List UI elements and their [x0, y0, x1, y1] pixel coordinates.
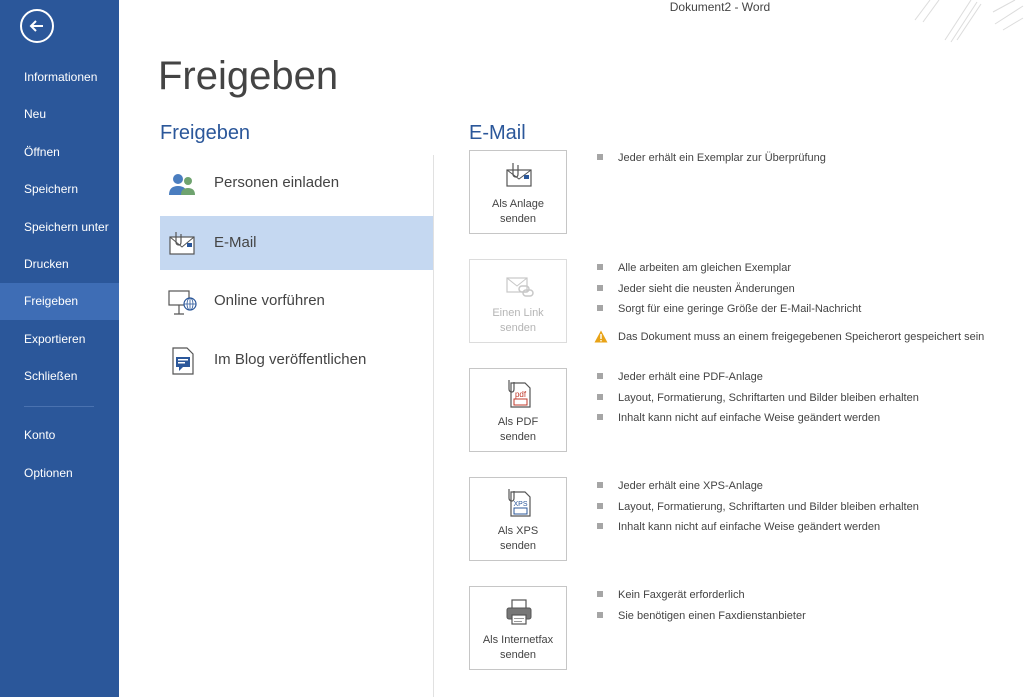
link-icon — [506, 277, 534, 297]
description-item: Layout, Formatierung, Schriftarten und B… — [597, 391, 919, 412]
pdf-description: Jeder erhält eine PDF-Anlage Layout, For… — [597, 370, 919, 432]
send-as-pdf-button[interactable]: pdf Als PDF senden — [469, 368, 567, 452]
email-heading: E-Mail — [469, 122, 526, 144]
share-option-blog[interactable]: Im Blog veröffentlichen — [160, 333, 433, 387]
blog-icon — [172, 347, 194, 375]
share-option-label: Im Blog veröffentlichen — [214, 351, 367, 368]
description-item: Inhalt kann nicht auf einfache Weise geä… — [597, 520, 919, 541]
send-as-internet-fax-button[interactable]: Als Internetfax senden — [469, 586, 567, 670]
nav-item-drucken[interactable]: Drucken — [0, 246, 119, 283]
send-as-xps-button[interactable]: XPS Als XPS senden — [469, 477, 567, 561]
fax-icon — [506, 599, 532, 625]
button-label: Einen Link senden — [492, 307, 544, 334]
attachment-description: Jeder erhält ein Exemplar zur Überprüfun… — [597, 151, 826, 172]
nav-item-oeffnen[interactable]: Öffnen — [0, 134, 119, 171]
nav-item-exportieren[interactable]: Exportieren — [0, 321, 119, 358]
description-item: Inhalt kann nicht auf einfache Weise geä… — [597, 411, 919, 432]
attachment-icon — [506, 163, 532, 187]
share-option-label: Online vorführen — [214, 292, 325, 309]
description-item: Jeder sieht die neusten Änderungen — [597, 282, 984, 303]
button-label: Als Internetfax senden — [482, 634, 554, 661]
svg-text:pdf: pdf — [515, 390, 527, 399]
description-item: Sorgt für eine geringe Größe der E-Mail-… — [597, 302, 984, 323]
share-option-present-online[interactable]: Online vorführen — [160, 274, 433, 328]
section-heading: Freigeben — [160, 122, 251, 144]
nav-item-konto[interactable]: Konto — [0, 417, 119, 454]
send-link-button[interactable]: Einen Link senden — [469, 259, 567, 343]
fax-description: Kein Faxgerät erforderlich Sie benötigen… — [597, 588, 806, 629]
share-option-label: Personen einladen — [214, 174, 340, 191]
svg-text:XPS: XPS — [513, 501, 527, 508]
window-title: Dokument2 - Word — [669, 0, 771, 14]
share-option-label: E-Mail — [214, 234, 257, 251]
background-pattern-icon — [914, 0, 1024, 43]
description-item: Sie benötigen einen Faxdienstanbieter — [597, 609, 806, 630]
nav-item-neu[interactable]: Neu — [0, 96, 119, 133]
warning-icon — [594, 330, 608, 343]
nav-item-freigeben[interactable]: Freigeben — [0, 283, 119, 320]
description-item: Jeder erhält eine PDF-Anlage — [597, 370, 919, 391]
description-item: Alle arbeiten am gleichen Exemplar — [597, 261, 984, 282]
nav-item-speichern[interactable]: Speichern — [0, 171, 119, 208]
people-icon — [169, 174, 195, 195]
button-label: Als PDF senden — [497, 416, 539, 443]
back-button[interactable] — [20, 9, 54, 43]
warning-item: Das Dokument muss an einem freigegebenen… — [594, 330, 984, 351]
button-label: Als XPS senden — [497, 525, 539, 552]
presentation-icon — [168, 290, 197, 315]
email-icon — [169, 232, 195, 255]
nav-item-schliessen[interactable]: Schließen — [0, 358, 119, 395]
backstage-sidebar: Informationen Neu Öffnen Speichern Speic… — [0, 0, 119, 697]
description-item: Layout, Formatierung, Schriftarten und B… — [597, 500, 919, 521]
share-option-invite[interactable]: Personen einladen — [160, 156, 433, 210]
send-as-attachment-button[interactable]: Als Anlage senden — [469, 150, 567, 234]
share-option-email[interactable]: E-Mail — [160, 216, 433, 270]
description-item: Kein Faxgerät erforderlich — [597, 588, 806, 609]
nav-item-optionen[interactable]: Optionen — [0, 455, 119, 492]
button-label: Als Anlage senden — [492, 198, 544, 225]
link-description: Alle arbeiten am gleichen Exemplar Jeder… — [594, 261, 984, 351]
page-title: Freigeben — [158, 54, 339, 98]
xps-icon: XPS — [508, 489, 531, 517]
xps-description: Jeder erhält eine XPS-Anlage Layout, For… — [597, 479, 919, 541]
back-arrow-icon — [29, 20, 43, 32]
panel-divider — [433, 155, 434, 697]
nav-item-informationen[interactable]: Informationen — [0, 59, 119, 96]
pdf-icon: pdf — [508, 380, 531, 408]
description-item: Jeder erhält ein Exemplar zur Überprüfun… — [597, 151, 826, 172]
nav-separator — [24, 406, 94, 407]
description-item: Jeder erhält eine XPS-Anlage — [597, 479, 919, 500]
nav-item-speichern-unter[interactable]: Speichern unter — [0, 209, 119, 246]
